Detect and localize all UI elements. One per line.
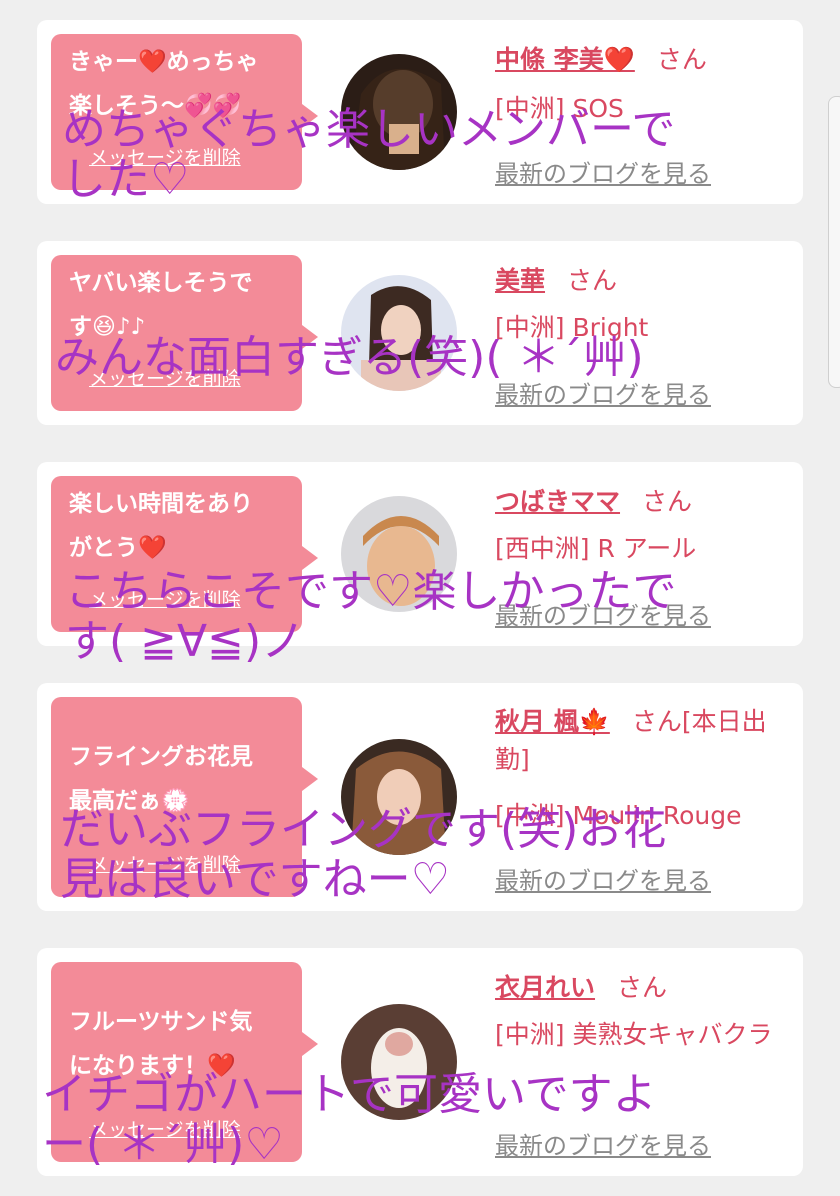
sender-row: 衣月れい さん: [495, 968, 667, 1004]
honorific: さん: [642, 487, 693, 516]
message-bubble: きゃー❤️めっちゃ 楽しそう〜💞💞 メッセージを削除: [51, 34, 318, 190]
delete-message-link[interactable]: メッセージを削除: [89, 136, 241, 180]
blog-link[interactable]: 最新のブログを見る: [495, 1126, 711, 1161]
sender-name-link[interactable]: 衣月れい: [495, 973, 595, 1002]
message-card: フルーツサンド気 になります！❤️ メッセージを削除 衣月れい さん [中洲] 美…: [37, 948, 803, 1176]
sender-row: つばきママ さん: [495, 482, 692, 518]
honorific: さん: [567, 266, 618, 295]
avatar[interactable]: [341, 1004, 457, 1120]
shop-label: [中洲] Bright: [495, 313, 649, 342]
avatar-photo: [341, 275, 457, 391]
sender-name-link[interactable]: 中條 李美❤️: [495, 45, 635, 74]
message-card: 楽しい時間をあり がとう❤️ メッセージを削除 つばきママ さん [西中洲] R …: [37, 462, 803, 646]
message-bubble: フルーツサンド気 になります！❤️ メッセージを削除: [51, 962, 318, 1162]
message-line: フライングお花見: [69, 744, 253, 770]
shop-label: [西中洲] R アール: [495, 534, 697, 563]
avatar[interactable]: [341, 275, 457, 391]
delete-message-link[interactable]: メッセージを削除: [89, 1108, 241, 1152]
sender-row: 中條 李美❤️ さん: [495, 40, 707, 76]
message-line: ヤバい楽しそうで: [69, 270, 253, 296]
message-line: 楽しそう〜💞💞: [69, 93, 242, 119]
message-line: す😆♪♪: [69, 314, 146, 340]
blog-link[interactable]: 最新のブログを見る: [495, 154, 711, 189]
message-bubble: 楽しい時間をあり がとう❤️ メッセージを削除: [51, 476, 318, 632]
message-line: がとう❤️: [69, 535, 167, 561]
honorific: さん: [656, 45, 707, 74]
shop-label: [中洲] Moulin Rouge: [495, 801, 742, 830]
sender-name-link[interactable]: つばきママ: [495, 487, 620, 516]
sender-row: 美華 さん: [495, 261, 617, 297]
shop-label: [中洲] SOS: [495, 94, 624, 123]
avatar-photo: [341, 1004, 457, 1120]
sender-name-link[interactable]: 美華: [495, 266, 545, 295]
honorific: さん: [631, 707, 682, 736]
message-card: フライングお花見 最高だぁ💮 メッセージを削除 秋月 楓🍁 さん[本日出勤] [中…: [37, 683, 803, 911]
message-line: になります！❤️: [69, 1053, 236, 1079]
blog-link[interactable]: 最新のブログを見る: [495, 861, 711, 896]
message-line: 最高だぁ💮: [69, 788, 190, 814]
blog-link[interactable]: 最新のブログを見る: [495, 596, 711, 631]
delete-message-link[interactable]: メッセージを削除: [89, 357, 241, 401]
message-card: きゃー❤️めっちゃ 楽しそう〜💞💞 メッセージを削除 中條 李美❤️ さん [中洲…: [37, 20, 803, 204]
avatar[interactable]: [341, 496, 457, 612]
delete-message-link[interactable]: メッセージを削除: [89, 578, 241, 622]
scrollbar[interactable]: [828, 96, 840, 388]
honorific: さん: [617, 973, 668, 1002]
avatar-photo: [341, 739, 457, 855]
shop-label: [中洲] 美熟女キャバクラ: [495, 1020, 773, 1049]
avatar[interactable]: [341, 739, 457, 855]
message-bubble: フライングお花見 最高だぁ💮 メッセージを削除: [51, 697, 318, 897]
message-line: 楽しい時間をあり: [69, 491, 253, 517]
sender-name-link[interactable]: 秋月 楓🍁: [495, 707, 610, 736]
avatar[interactable]: [341, 54, 457, 170]
message-bubble: ヤバい楽しそうで す😆♪♪ メッセージを削除: [51, 255, 318, 411]
sender-row: 秋月 楓🍁 さん[本日出勤]: [495, 703, 795, 779]
avatar-photo: [341, 496, 457, 612]
avatar-photo: [341, 54, 457, 170]
blog-link[interactable]: 最新のブログを見る: [495, 375, 711, 410]
delete-message-link[interactable]: メッセージを削除: [89, 843, 241, 887]
message-line: フルーツサンド気: [69, 1009, 253, 1035]
message-card: ヤバい楽しそうで す😆♪♪ メッセージを削除 美華 さん [中洲] Bright …: [37, 241, 803, 425]
message-line: きゃー❤️めっちゃ: [69, 49, 259, 75]
